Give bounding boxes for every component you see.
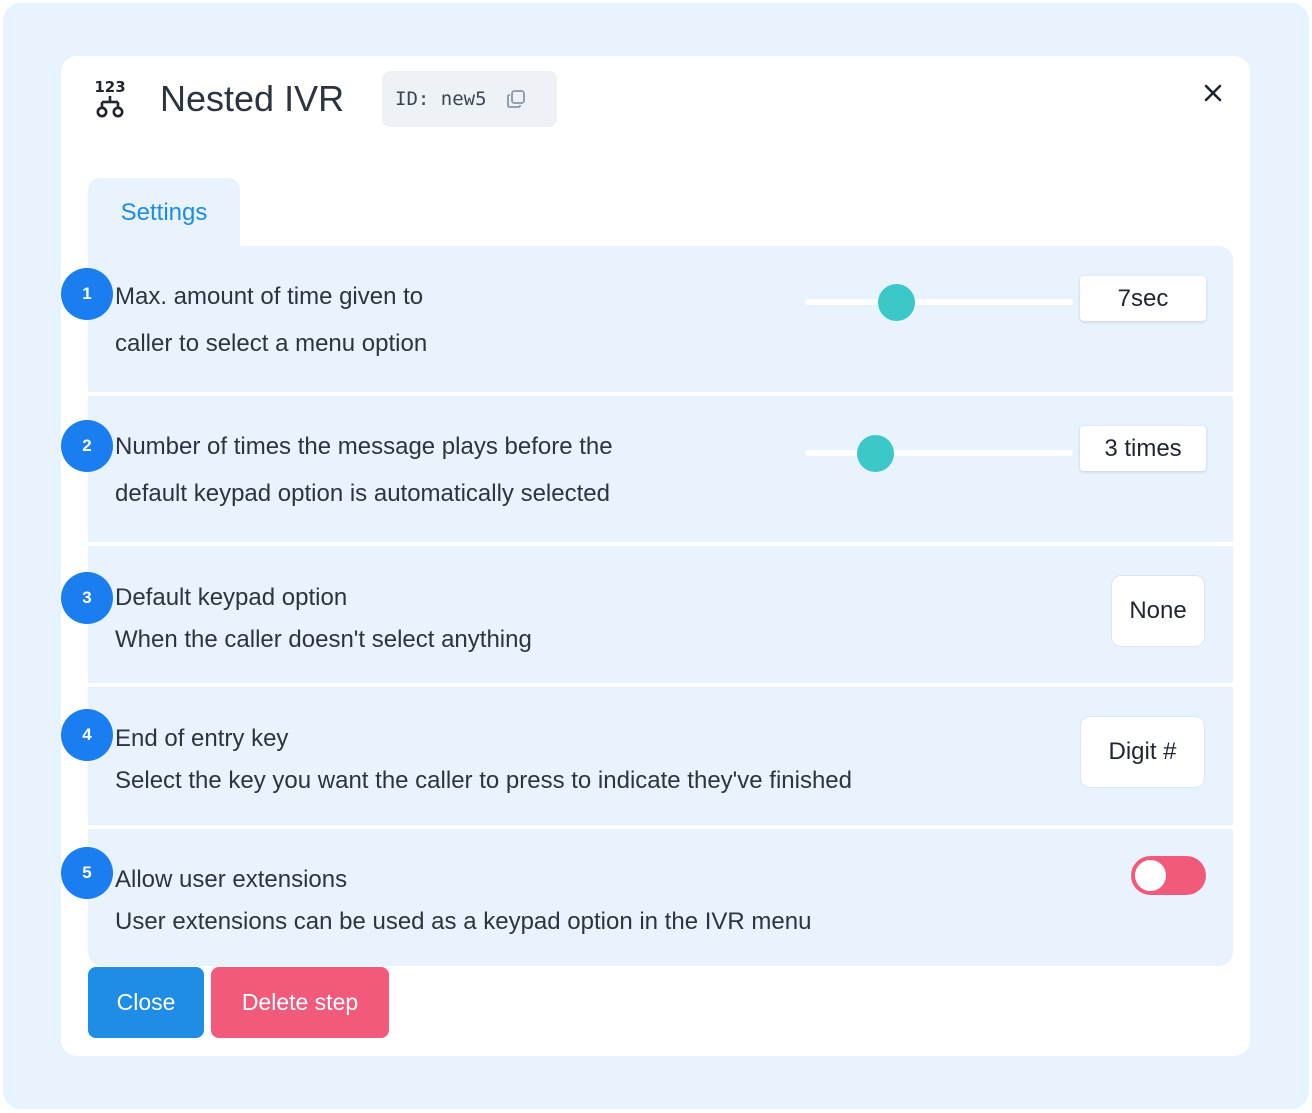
toggle-knob xyxy=(1135,860,1166,891)
allow-user-extensions-toggle[interactable] xyxy=(1131,856,1206,895)
ivr-keypad-tree-icon: 123 xyxy=(90,78,130,120)
tab-settings[interactable]: Settings xyxy=(88,178,240,248)
repeat-slider-thumb[interactable] xyxy=(857,435,894,472)
icon-digits: 123 xyxy=(94,78,125,96)
step-number-badge: 3 xyxy=(61,572,113,624)
repeat-slider-track[interactable] xyxy=(805,450,1073,456)
setting-title: Allow user extensions xyxy=(115,866,348,893)
setting-description: Select the key you want the caller to pr… xyxy=(115,767,852,794)
close-button[interactable]: Close xyxy=(88,967,204,1038)
step-number-badge: 5 xyxy=(61,847,113,899)
step-number-badge: 4 xyxy=(61,709,113,761)
row-divider xyxy=(88,825,1233,829)
default-keypad-select[interactable]: None xyxy=(1111,575,1205,647)
row-divider xyxy=(88,683,1233,687)
end-of-entry-key-select[interactable]: Digit # xyxy=(1080,716,1205,788)
step-number-badge: 2 xyxy=(61,420,113,472)
close-icon[interactable] xyxy=(1198,78,1228,108)
step-number-badge: 1 xyxy=(61,268,113,320)
setting-title: End of entry key xyxy=(115,725,289,752)
step-id-chip: ID: new5 xyxy=(382,71,557,127)
repeat-value: 3 times xyxy=(1080,426,1206,471)
row-divider xyxy=(88,392,1233,396)
timeout-slider-thumb[interactable] xyxy=(878,284,915,321)
setting-description: When the caller doesn't select anything xyxy=(115,626,532,653)
setting-description: caller to select a menu option xyxy=(115,330,428,357)
copy-icon[interactable] xyxy=(505,88,527,110)
timeout-slider-track[interactable] xyxy=(805,299,1073,305)
setting-description: User extensions can be used as a keypad … xyxy=(115,908,812,935)
page-title: Nested IVR xyxy=(160,78,345,119)
timeout-value: 7sec xyxy=(1080,276,1206,321)
setting-title: Number of times the message plays before… xyxy=(115,433,613,460)
setting-description: default keypad option is automatically s… xyxy=(115,480,610,507)
setting-title: Default keypad option xyxy=(115,584,348,611)
setting-title: Max. amount of time given to xyxy=(115,283,424,310)
step-id-text: ID: new5 xyxy=(395,88,487,110)
row-divider xyxy=(88,542,1233,546)
delete-step-button[interactable]: Delete step xyxy=(211,967,389,1038)
